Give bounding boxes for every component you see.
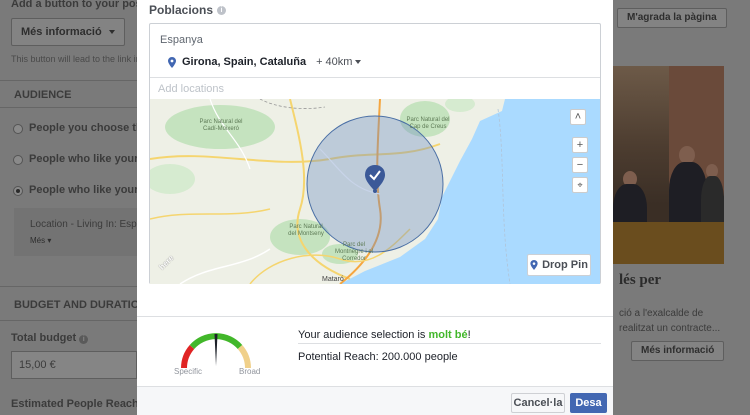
inner-divider [298,343,601,344]
audience-option-radio-2[interactable] [13,155,23,165]
location-name: Girona, Spain, Cataluña [182,56,307,68]
total-budget-input[interactable]: 15,00 € [11,351,137,379]
location-pin-icon [168,56,176,68]
total-budget-label: Total budget i [11,332,89,344]
section-divider [137,316,613,317]
zoom-in-button[interactable]: + [572,137,588,153]
gauge-broad-label: Broad [239,367,261,376]
background-left-panel: Add a button to your post Més informació… [0,0,155,415]
location-entry[interactable]: Girona, Spain, Cataluña + 40km [168,56,362,68]
post-photo [613,66,724,264]
info-icon: i [79,335,89,344]
cancel-button[interactable]: Cancel·la [511,393,565,413]
audience-option-radio-1[interactable] [13,124,23,134]
zoom-out-button[interactable]: − [572,157,588,173]
radius-dropdown[interactable]: + 40km [316,56,362,68]
more-link[interactable]: Més ▾ [30,236,51,245]
cta-helper-text: This button will lead to the link in y [11,54,148,64]
drop-pin-button[interactable]: Drop Pin [527,254,591,276]
audience-selection-text: Your audience selection is molt bé! [298,329,471,341]
add-locations-input[interactable]: Add locations [150,77,600,99]
collapse-map-button[interactable]: ˄ [570,109,586,125]
park-label-cadi: Parc Natural del Cadí-Moixeró [199,119,243,132]
crosshair-icon: ⌖ [577,180,583,190]
park-label-montseny: Parc Natural del Montseny [288,224,324,237]
chevron-down-icon [355,60,362,64]
audience-option-label-1: People you choose thro [29,122,154,134]
post-body-line-1: ció a l'exalcalde de [619,308,704,319]
drop-pin-label: Drop Pin [542,259,588,271]
radius-value: + 40km [316,56,353,68]
save-button[interactable]: Desa [570,393,607,413]
location-summary: Location - Living In: Espa [30,219,143,230]
gauge-specific-label: Specific [174,367,203,376]
modal-footer: Cancel·la Desa [137,386,613,415]
city-label-mataro: Mataró [322,276,344,283]
like-page-button[interactable]: M'agrada la pàgina [617,8,727,28]
budget-heading: BUDGET AND DURATION [14,299,148,311]
potential-reach: Potential Reach: 200.000 people [298,351,458,363]
location-summary-box: Location - Living In: Espa Més ▾ [14,208,142,256]
park-label-cap-creus: Parc Natural del Cap de Creus [406,117,450,130]
map-view[interactable]: Parc Natural del Cadí-Moixeró Parc Natur… [150,99,600,284]
post-body-line-2: realitzat un contracte... [619,323,721,334]
pin-icon [530,260,538,270]
add-button-heading: Add a button to your post [11,0,146,10]
post-headline: lés per [619,272,662,288]
more-info-button[interactable]: Més informació [631,341,725,361]
info-icon: i [217,5,227,15]
country-label: Espanya [160,34,203,46]
locations-box: Espanya Girona, Spain, Cataluña + 40km A… [149,23,601,284]
selection-status: molt bé [428,329,468,341]
cta-dropdown-label: Més informació [21,26,102,38]
audience-heading: AUDIENCE [14,89,72,101]
cta-dropdown[interactable]: Més informació [11,18,125,46]
audience-option-radio-3[interactable] [13,186,23,196]
recenter-button[interactable]: ⌖ [572,177,588,193]
poblacions-label: Poblacions i [149,3,227,17]
park-label-montnegre: Parc del Montnegre i el Corredor [334,242,374,262]
location-modal: Poblacions i Espanya Girona, Spain, Cata… [137,0,613,415]
estimated-reach-label: Estimated People Reached [11,398,152,410]
gauge-needle [214,334,218,366]
chevron-down-icon [108,30,115,35]
